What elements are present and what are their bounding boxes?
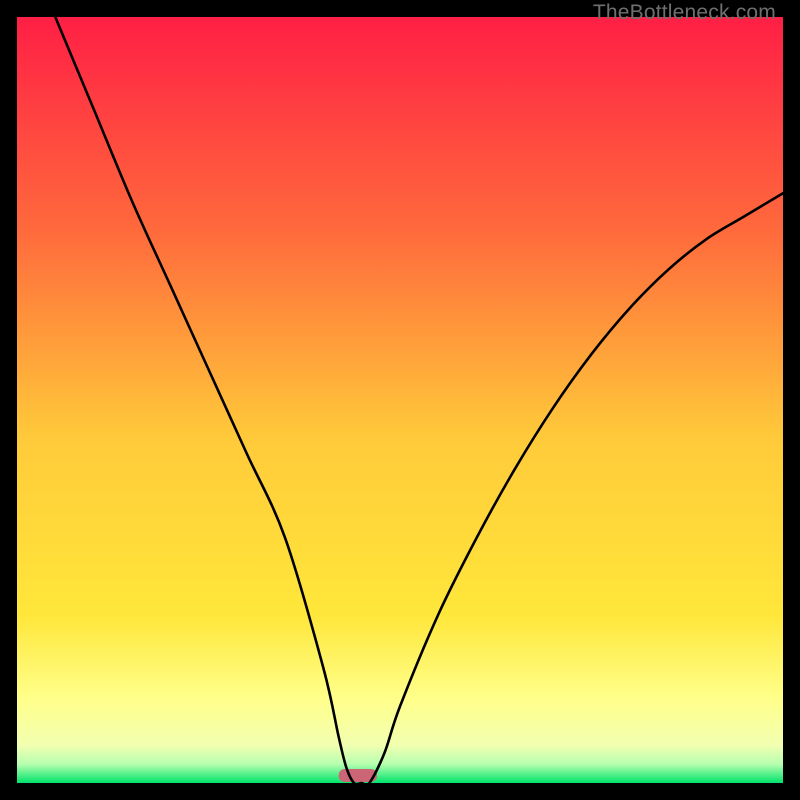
bottleneck-chart: [17, 17, 783, 783]
watermark: TheBottleneck.com: [593, 1, 776, 25]
chart-frame: [17, 17, 783, 783]
chart-background: [17, 17, 783, 783]
